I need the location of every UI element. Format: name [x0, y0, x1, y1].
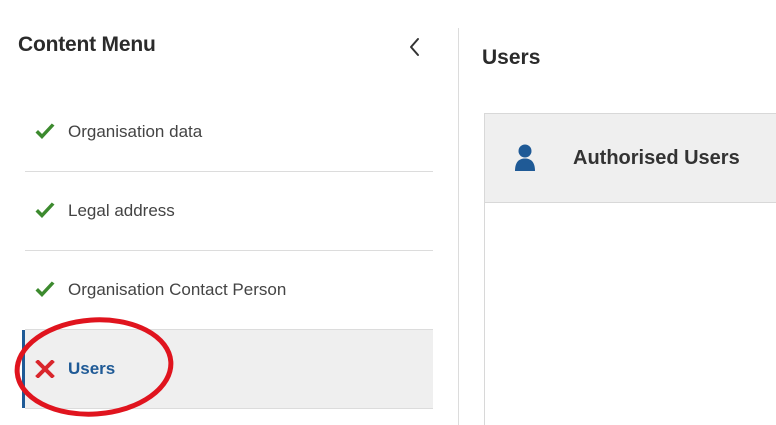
menu-item-legal-address[interactable]: Legal address [25, 172, 433, 251]
menu-item-label: Legal address [68, 201, 175, 220]
authorised-users-header[interactable]: Authorised Users [485, 114, 776, 203]
page: Content Menu Organisation data Legal add… [0, 0, 776, 425]
user-icon [514, 144, 536, 172]
cross-icon [34, 359, 56, 379]
menu-item-organisation-contact-person[interactable]: Organisation Contact Person [25, 251, 433, 330]
content-menu-list: Organisation data Legal address Organisa… [22, 93, 433, 409]
menu-item-label: Users [68, 359, 116, 378]
authorised-users-panel: Authorised Users [484, 113, 776, 425]
vertical-divider [458, 28, 459, 425]
check-icon [34, 123, 56, 141]
check-icon [34, 202, 56, 220]
chevron-left-icon[interactable] [405, 36, 425, 58]
sidebar-title: Content Menu [18, 33, 156, 56]
menu-item-organisation-data[interactable]: Organisation data [25, 93, 433, 172]
content-menu-sidebar: Content Menu Organisation data Legal add… [0, 0, 445, 425]
check-icon [34, 281, 56, 299]
menu-item-label: Organisation data [68, 122, 203, 141]
menu-item-label: Organisation Contact Person [68, 280, 287, 299]
active-indicator [22, 330, 25, 408]
panel-title: Authorised Users [573, 147, 740, 169]
page-title: Users [482, 46, 541, 69]
menu-item-users[interactable]: Users [22, 330, 433, 409]
